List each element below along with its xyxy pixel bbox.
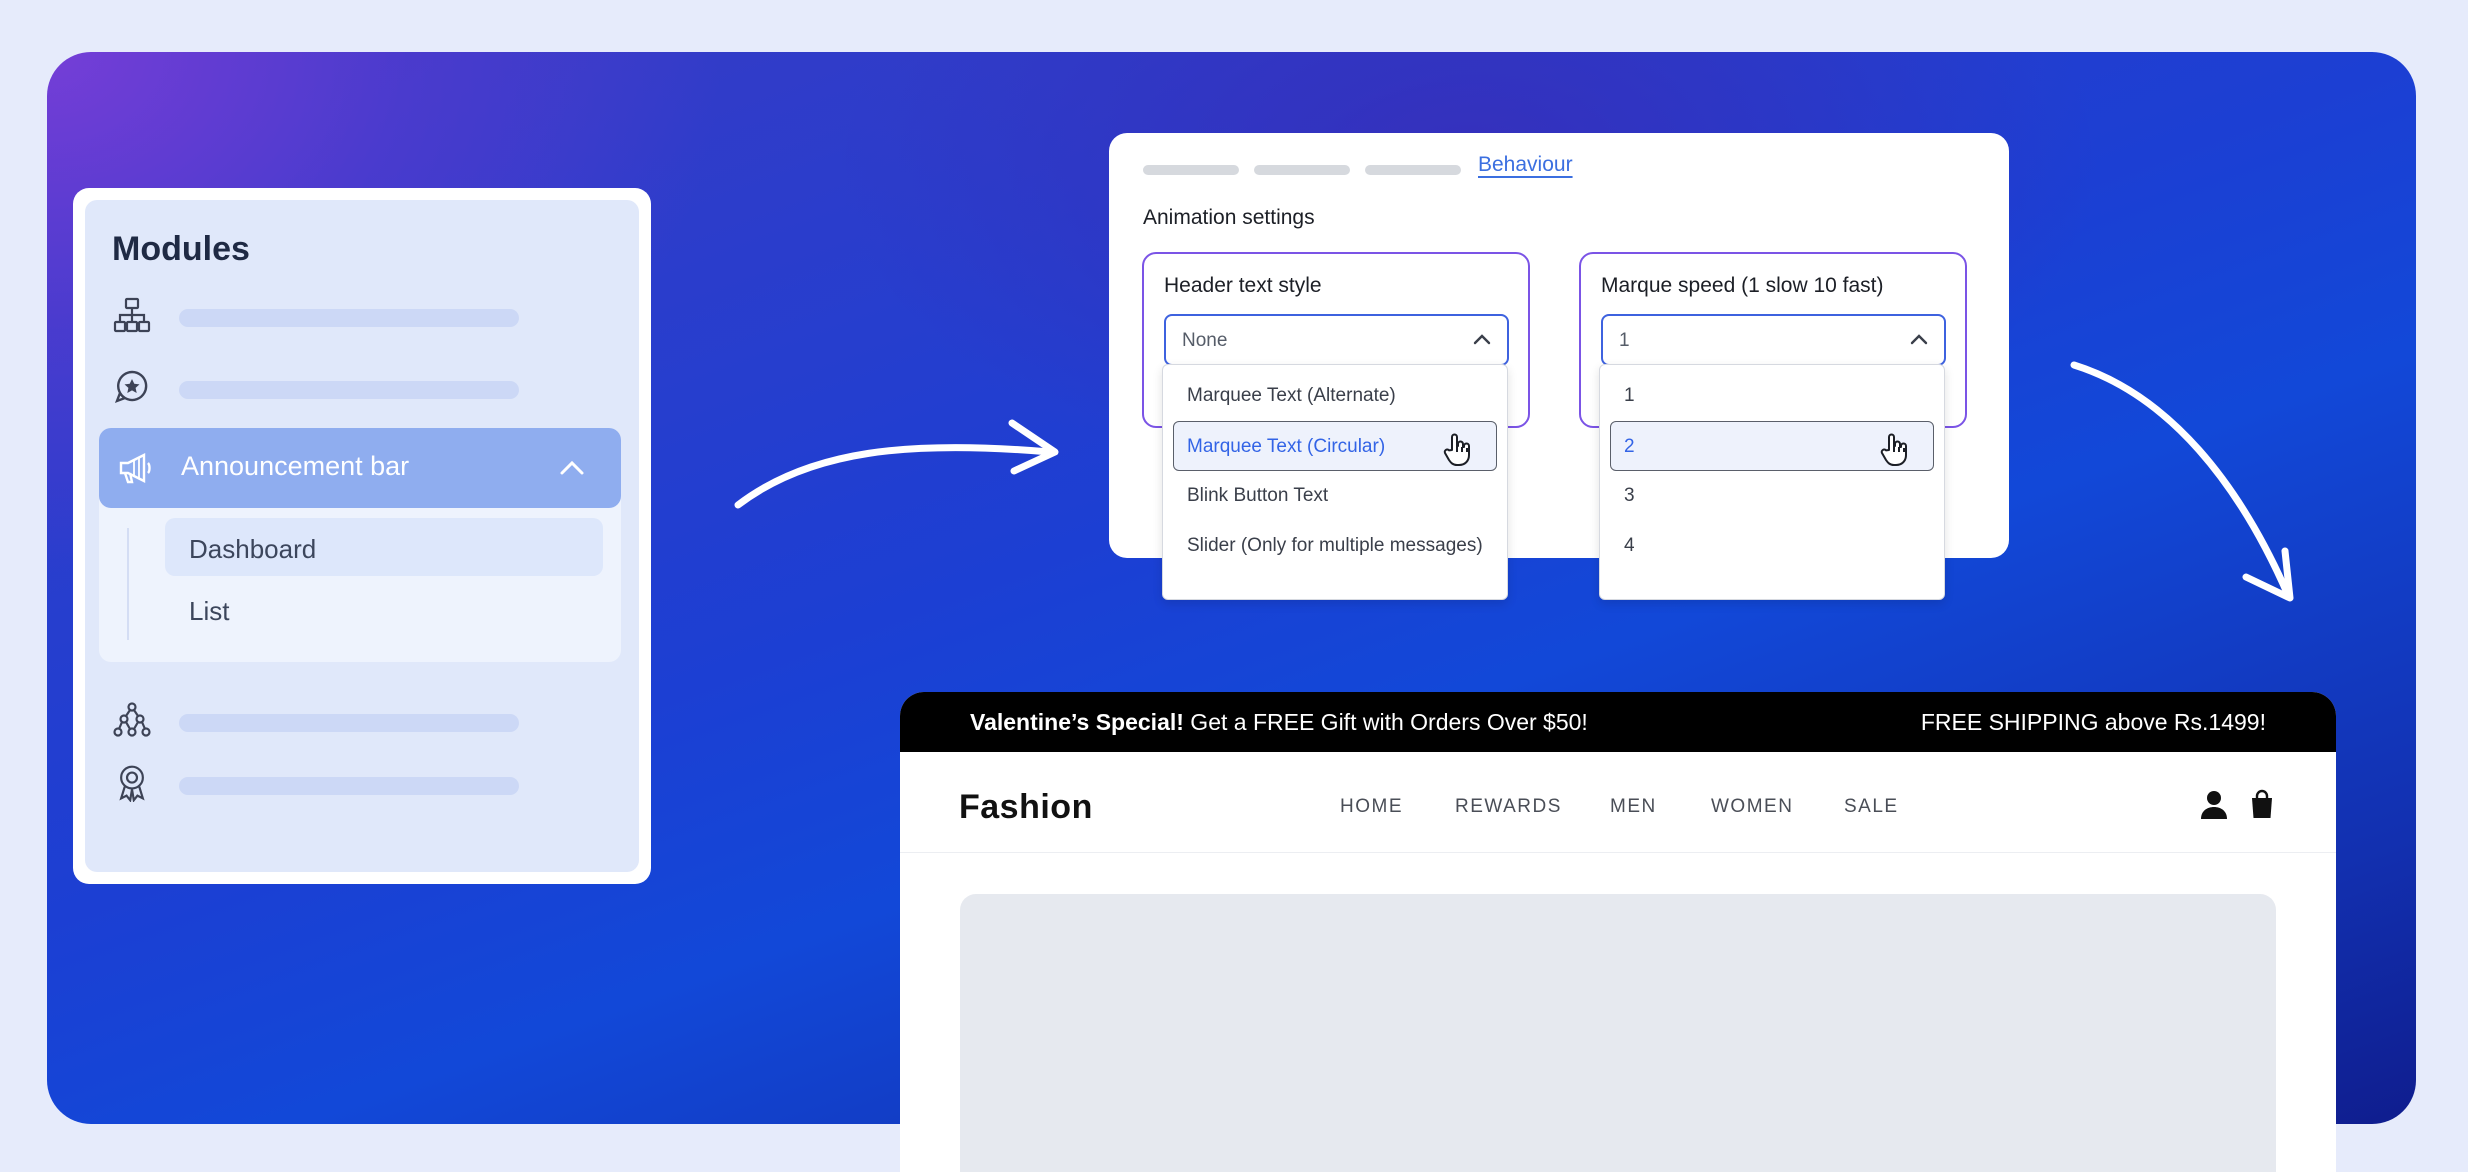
marquee-speed-label: Marque speed (1 slow 10 fast) [1601,274,1884,297]
dropdown-option[interactable]: 4 [1600,521,1944,571]
tab-behaviour[interactable]: Behaviour [1478,153,1573,177]
nav-men[interactable]: MEN [1610,796,1657,818]
submenu-item-dashboard[interactable]: Dashboard [165,518,603,576]
network-icon [113,702,151,737]
dropdown-option-highlighted[interactable]: Marquee Text (Circular) [1173,421,1497,471]
pointer-hand-icon [1880,433,1907,466]
modules-panel: Modules Announcement bar Dashboard List [85,200,639,872]
submenu-guide-line [127,528,129,640]
submenu-item-list[interactable]: List [165,580,603,638]
announcement-bar-group: Announcement bar Dashboard List [99,428,621,662]
modules-title: Modules [112,230,250,268]
award-icon [119,765,145,802]
user-icon[interactable] [2200,790,2228,820]
dropdown-option[interactable]: Marquee Text (Alternate) [1163,371,1507,421]
select-value: None [1182,330,1228,351]
announcement-highlight: Valentine’s Special! [970,709,1184,735]
nav-women[interactable]: WOMEN [1711,796,1793,818]
nav-rewards[interactable]: REWARDS [1455,796,1562,818]
shopping-bag-icon[interactable] [2250,789,2274,819]
pointer-hand-icon [1443,433,1470,466]
module-item-network[interactable] [85,695,639,745]
arrow-icon [2070,361,2294,602]
marquee-speed-select[interactable]: 1 [1601,314,1946,366]
sitemap-icon [113,297,151,333]
header-text-style-dropdown: Marquee Text (Alternate) Marquee Text (C… [1162,364,1508,600]
nav-home[interactable]: HOME [1340,796,1403,818]
module-placeholder-bar [179,381,519,399]
select-value: 1 [1619,330,1630,351]
marquee-speed-dropdown: 1 2 3 4 [1599,364,1945,600]
module-placeholder-bar [179,714,519,732]
announcement-bar: Valentine’s Special! Get a FREE Gift wit… [900,692,2336,752]
dropdown-option[interactable]: Slider (Only for multiple messages) [1163,521,1507,571]
nav-sale[interactable]: SALE [1844,796,1899,818]
modules-card: Modules Announcement bar Dashboard List [73,188,651,884]
announcement-text: Get a FREE Gift with Orders Over $50! [1183,709,1588,735]
hero-banner-placeholder [960,894,2276,1172]
tab-placeholder[interactable] [1143,165,1239,175]
announcement-message: Valentine’s Special! Get a FREE Gift wit… [970,709,1588,736]
dropdown-option[interactable]: Blink Button Text [1163,471,1507,521]
store-preview: Valentine’s Special! Get a FREE Gift wit… [900,692,2336,1172]
header-divider [900,852,2336,853]
module-placeholder-bar [179,777,519,795]
star-badge-icon [114,370,148,404]
dropdown-option-highlighted[interactable]: 2 [1610,421,1934,471]
chevron-up-icon [1910,334,1928,345]
chevron-up-icon[interactable] [559,456,585,480]
announcement-bar-item[interactable]: Announcement bar [99,428,621,508]
tab-placeholder[interactable] [1254,165,1350,175]
section-title: Animation settings [1143,206,1315,229]
megaphone-icon [119,453,151,484]
dropdown-option[interactable]: 3 [1600,471,1944,521]
header-text-style-select[interactable]: None [1164,314,1509,366]
module-item-award[interactable] [85,758,639,808]
tab-placeholder[interactable] [1365,165,1461,175]
module-item-sitemap[interactable] [85,290,639,340]
module-item-star[interactable] [85,362,639,412]
module-placeholder-bar [179,309,519,327]
dropdown-option[interactable]: 1 [1600,371,1944,421]
chevron-up-icon [1473,334,1491,345]
header-text-style-label: Header text style [1164,274,1322,297]
option-label: 2 [1624,436,1635,457]
announcement-bar-label: Announcement bar [181,451,410,481]
shipping-message: FREE SHIPPING above Rs.1499! [1920,709,2266,735]
arrow-icon [734,419,1059,509]
option-label: Marquee Text (Circular) [1187,436,1386,457]
store-logo[interactable]: Fashion [959,788,1093,827]
